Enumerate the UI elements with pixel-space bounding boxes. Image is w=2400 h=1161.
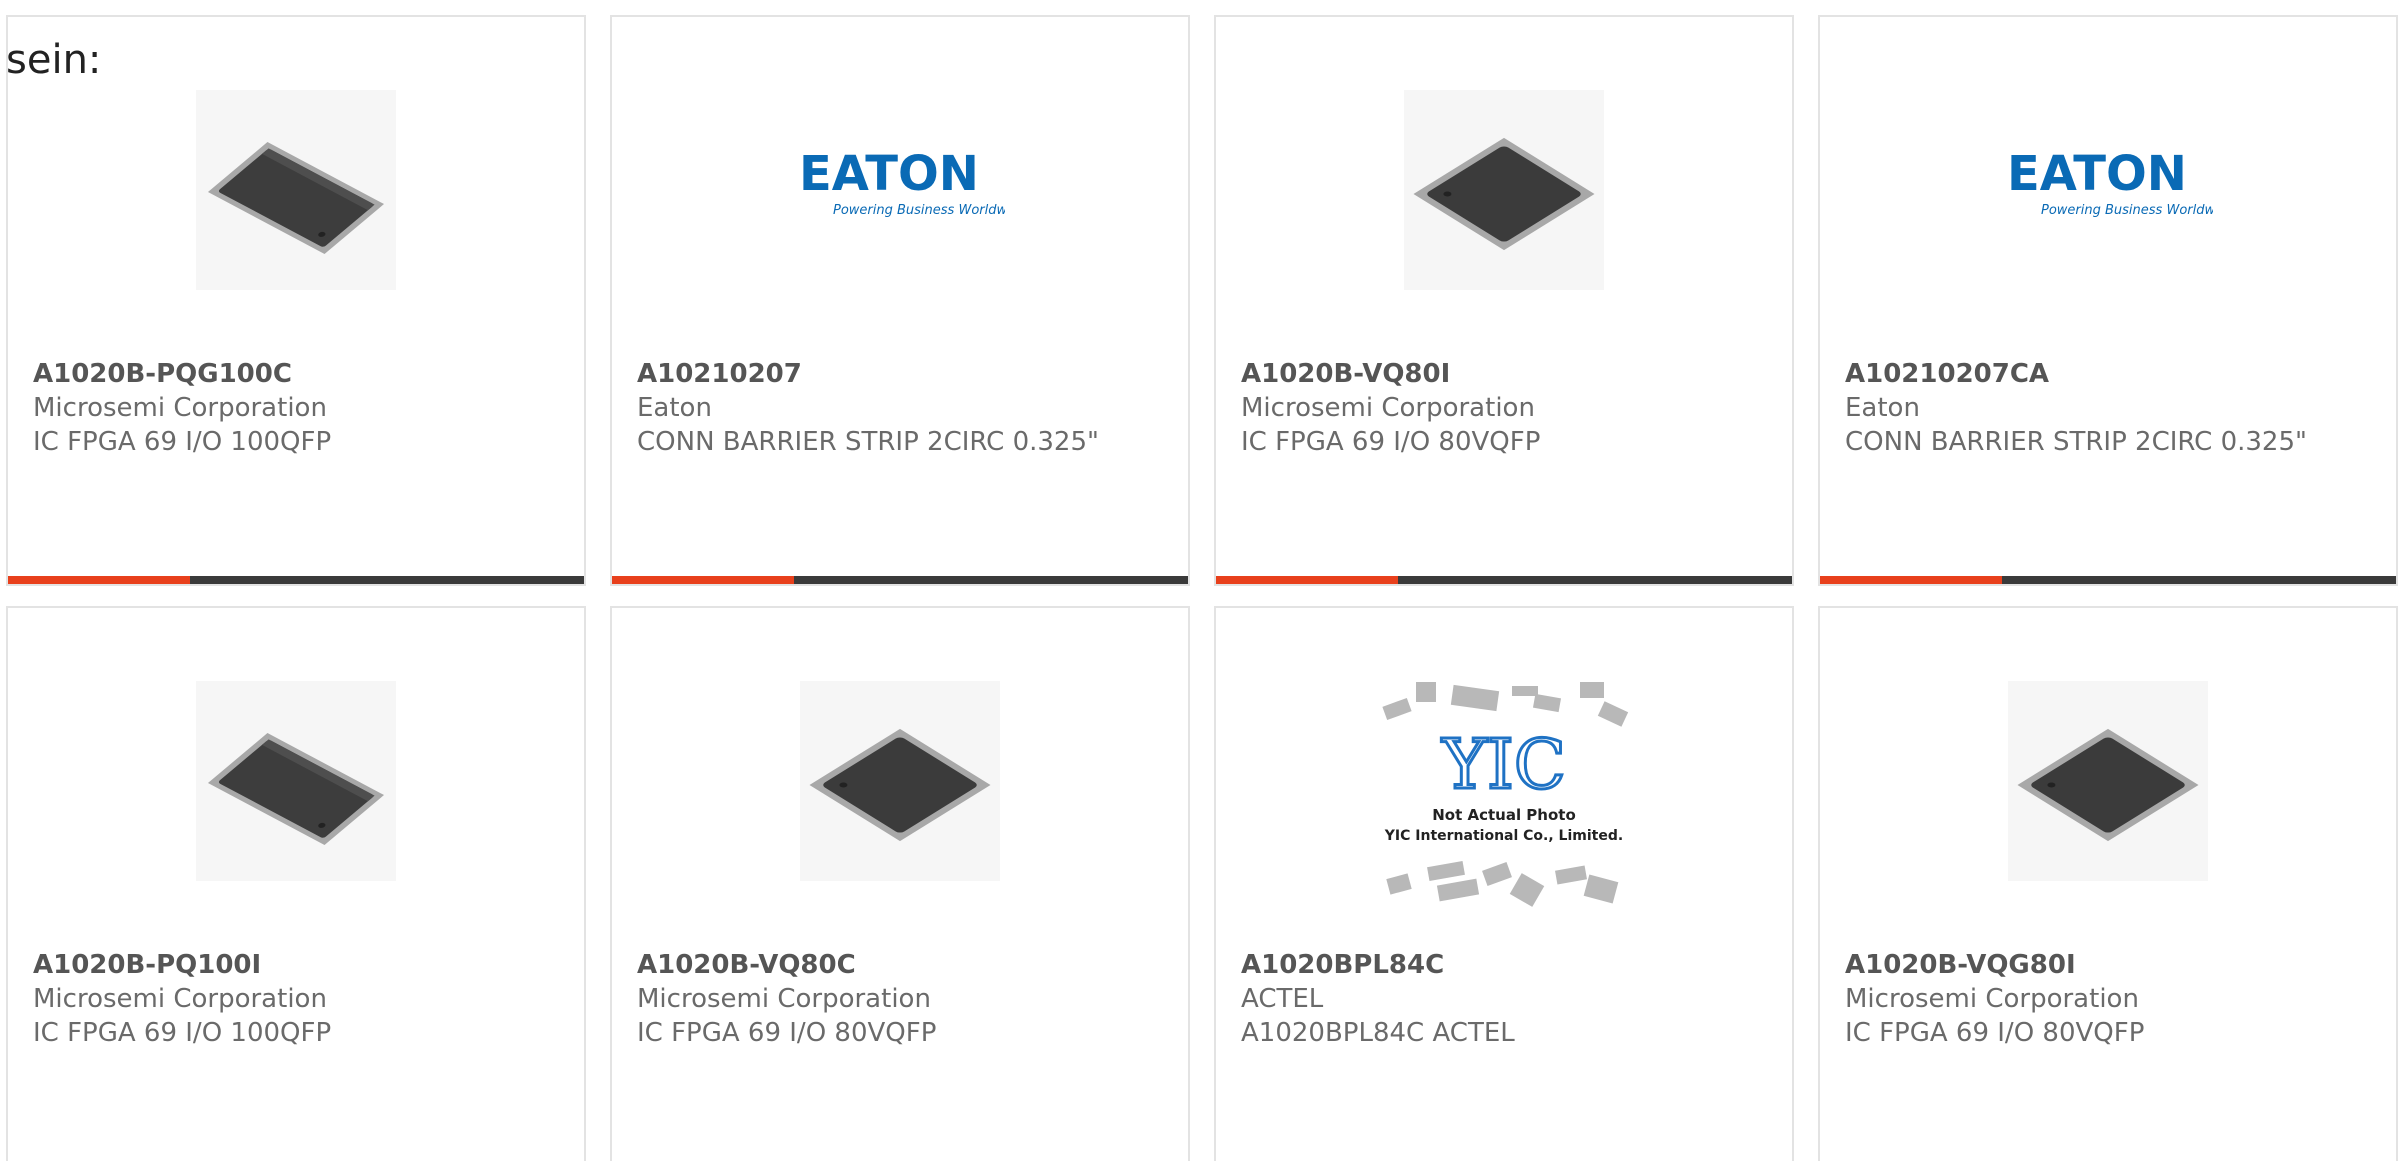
svg-text:Powering Business Worldwide: Powering Business Worldwide (2041, 203, 2213, 218)
product-image[interactable]: EATON Powering Business Worldwide (1820, 85, 2396, 295)
card-accent-bar (612, 576, 1188, 584)
product-image[interactable]: YIC Not Actual Photo YIC International C… (1216, 668, 1792, 918)
part-number-link[interactable]: A1020B-VQ80I (1241, 357, 1767, 391)
product-card[interactable]: A1020B-PQG100C Microsemi Corporation IC … (6, 15, 586, 586)
svg-text:EATON: EATON (799, 150, 979, 202)
product-card[interactable]: A1020B-VQ80I Microsemi Corporation IC FP… (1214, 15, 1794, 586)
product-image[interactable] (8, 85, 584, 295)
manufacturer: Microsemi Corporation (33, 984, 327, 1014)
manufacturer: Microsemi Corporation (33, 393, 327, 423)
part-number-link[interactable]: A1020BPL84C (1241, 948, 1767, 982)
manufacturer: Microsemi Corporation (1241, 393, 1535, 423)
product-card[interactable]: A1020B-PQ100I Microsemi Corporation IC F… (6, 606, 586, 1161)
qfp-chip-tilted-icon (196, 90, 396, 290)
part-number-link[interactable]: A10210207CA (1845, 357, 2371, 391)
description: IC FPGA 69 I/O 100QFP (33, 1018, 332, 1048)
eaton-logo: EATON Powering Business Worldwide (2003, 150, 2213, 230)
eaton-logo: EATON Powering Business Worldwide (795, 150, 1005, 230)
product-grid: A1020B-PQG100C Microsemi Corporation IC … (6, 15, 2398, 1161)
product-info: A1020B-VQG80I Microsemi Corporation IC F… (1845, 948, 2371, 1050)
product-info: A1020B-PQ100I Microsemi Corporation IC F… (33, 948, 559, 1050)
product-image[interactable]: EATON Powering Business Worldwide (612, 85, 1188, 295)
product-image[interactable] (1216, 85, 1792, 295)
product-image[interactable] (1820, 676, 2396, 886)
product-info: A1020B-VQ80I Microsemi Corporation IC FP… (1241, 357, 1767, 459)
svg-text:Not Actual Photo: Not Actual Photo (1432, 806, 1576, 824)
product-card[interactable]: EATON Powering Business Worldwide A10210… (610, 15, 1190, 586)
product-card[interactable]: A1020B-VQG80I Microsemi Corporation IC F… (1818, 606, 2398, 1161)
product-card[interactable]: EATON Powering Business Worldwide A10210… (1818, 15, 2398, 586)
manufacturer: ACTEL (1241, 984, 1324, 1014)
part-number-link[interactable]: A1020B-VQG80I (1845, 948, 2371, 982)
product-grid-page: sein: A1020B-PQG100C Microsemi Corporati… (0, 0, 2400, 1161)
card-accent-bar (8, 576, 584, 584)
product-info: A10210207 Eaton CONN BARRIER STRIP 2CIRC… (637, 357, 1163, 459)
part-number-link[interactable]: A10210207 (637, 357, 1163, 391)
manufacturer: Eaton (637, 393, 712, 423)
card-accent-bar (1820, 576, 2396, 584)
description: A1020BPL84C ACTEL (1241, 1018, 1515, 1048)
product-card[interactable]: YIC Not Actual Photo YIC International C… (1214, 606, 1794, 1161)
product-info: A1020B-PQG100C Microsemi Corporation IC … (33, 357, 559, 459)
product-info: A1020BPL84C ACTEL A1020BPL84C ACTEL (1241, 948, 1767, 1050)
product-card[interactable]: A1020B-VQ80C Microsemi Corporation IC FP… (610, 606, 1190, 1161)
card-accent-bar (1216, 576, 1792, 584)
vqfp-chip-icon (2008, 681, 2208, 881)
description: IC FPGA 69 I/O 80VQFP (637, 1018, 937, 1048)
product-image[interactable] (612, 676, 1188, 886)
svg-text:YIC: YIC (1441, 726, 1566, 805)
product-image[interactable] (8, 676, 584, 886)
description: IC FPGA 69 I/O 80VQFP (1241, 427, 1541, 457)
manufacturer: Microsemi Corporation (1845, 984, 2139, 1014)
svg-text:Powering Business Worldwide: Powering Business Worldwide (833, 203, 1005, 218)
svg-text:YIC International Co., Limited: YIC International Co., Limited. (1384, 828, 1623, 844)
product-info: A1020B-VQ80C Microsemi Corporation IC FP… (637, 948, 1163, 1050)
vqfp-chip-icon (800, 681, 1000, 881)
part-number-link[interactable]: A1020B-PQG100C (33, 357, 559, 391)
svg-text:EATON: EATON (2007, 150, 2187, 202)
intro-text: sein: (6, 37, 102, 83)
yic-placeholder: YIC Not Actual Photo YIC International C… (1364, 668, 1644, 918)
manufacturer: Microsemi Corporation (637, 984, 931, 1014)
qfp-chip-tilted-icon (196, 681, 396, 881)
description: IC FPGA 69 I/O 100QFP (33, 427, 332, 457)
vqfp-chip-icon (1404, 90, 1604, 290)
part-number-link[interactable]: A1020B-PQ100I (33, 948, 559, 982)
product-info: A10210207CA Eaton CONN BARRIER STRIP 2CI… (1845, 357, 2371, 459)
manufacturer: Eaton (1845, 393, 1920, 423)
description: CONN BARRIER STRIP 2CIRC 0.325" (1845, 427, 2307, 457)
part-number-link[interactable]: A1020B-VQ80C (637, 948, 1163, 982)
description: CONN BARRIER STRIP 2CIRC 0.325" (637, 427, 1099, 457)
description: IC FPGA 69 I/O 80VQFP (1845, 1018, 2145, 1048)
